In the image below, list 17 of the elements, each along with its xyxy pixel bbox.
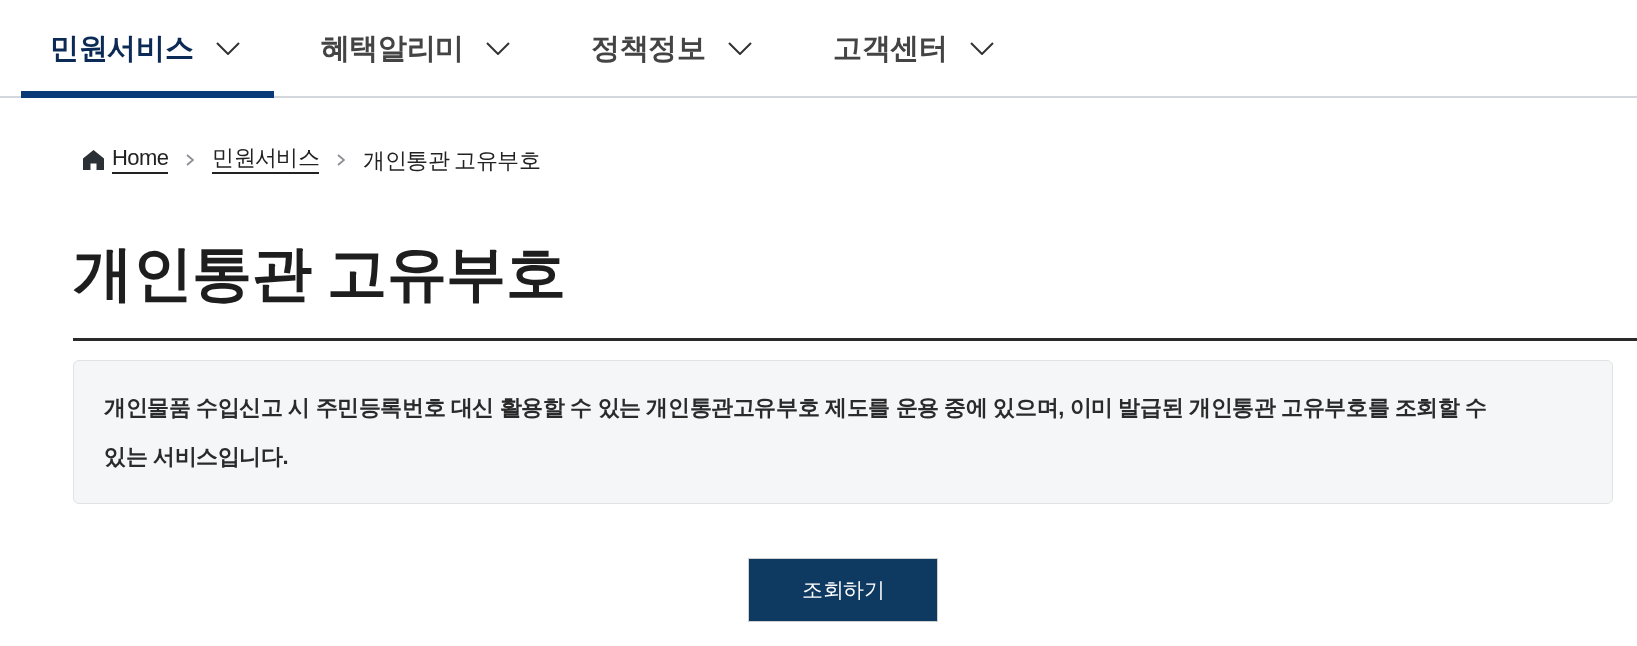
- chevron-down-icon: [486, 42, 511, 55]
- home-icon: [83, 150, 104, 170]
- chevron-right-icon: [186, 154, 195, 166]
- page-title: 개인통관 고유부호: [73, 239, 567, 309]
- nav-tab[interactable]: 정책정보: [562, 0, 786, 98]
- breadcrumb-current: 개인통관 고유부호: [363, 146, 541, 175]
- query-button[interactable]: 조회하기: [748, 558, 938, 622]
- chevron-down-icon: [727, 42, 752, 55]
- chevron-right-icon: [337, 154, 346, 166]
- nav-tab[interactable]: 민원서비스: [21, 0, 274, 98]
- breadcrumb-link[interactable]: Home: [112, 146, 169, 174]
- nav-tab[interactable]: 혜택알리미: [291, 0, 545, 98]
- chevron-down-icon: [215, 42, 240, 55]
- chevron-down-icon: [969, 42, 994, 55]
- nav-tab[interactable]: 고객센터: [803, 0, 1028, 98]
- breadcrumb-link[interactable]: 민원서비스: [212, 146, 320, 174]
- description-text: 개인물품 수입신고 시 주민등록번호 대신 활용할 수 있는 개인통관고유부호 제도를 운용 중에 있으며, 이미 발급된 개인통관 고유부호를 조회할 수 있는 서비스입니다.: [104, 394, 1488, 471]
